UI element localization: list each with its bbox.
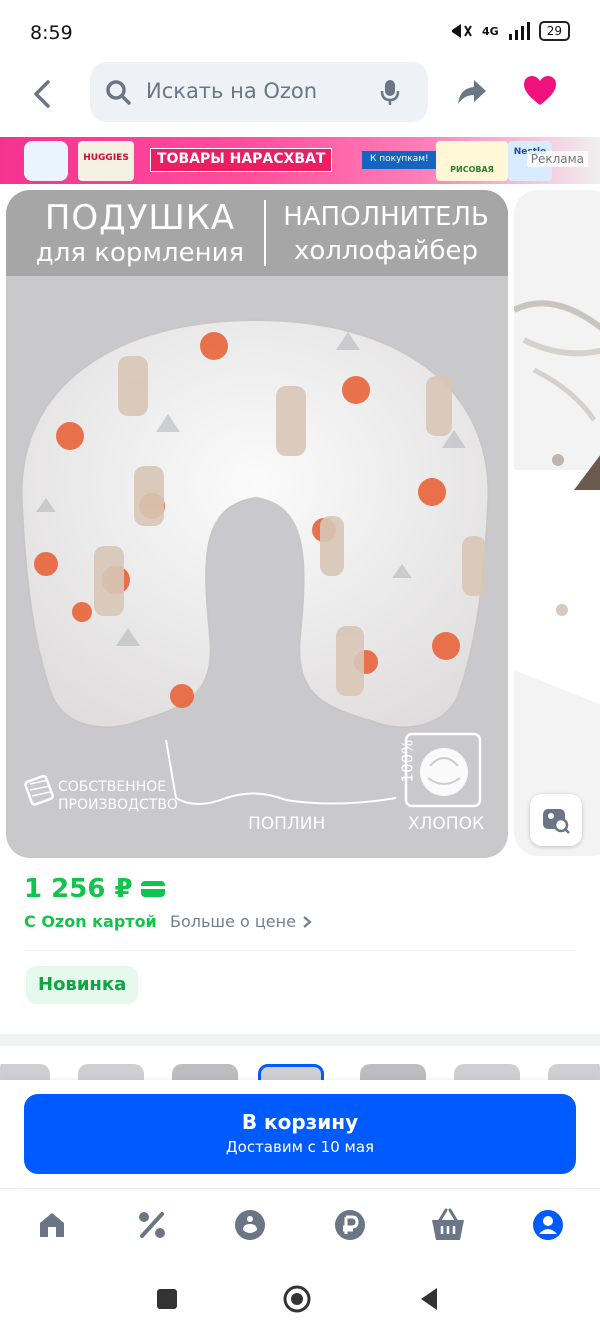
ad-title: ТОВАРЫ НАРАСХВАТ [150,148,333,172]
search-bar[interactable]: Искать на Ozon [90,62,428,122]
home-icon [40,1213,64,1237]
chevron-right-icon [303,915,312,928]
circle-icon [283,1285,311,1313]
image-subtitle-right: холлофайбер [293,236,479,266]
find-similar-button[interactable] [530,794,582,846]
status-time: 8:59 [30,22,73,44]
image-title-left: ПОДУШКА [44,198,236,238]
nav-fresh[interactable] [232,1207,268,1243]
ad-banner[interactable]: HUGGIES ТОВАРЫ НАРАСХВАТ К покупкам! РИС… [0,137,600,184]
add-to-cart-label: В корзину [241,1110,359,1134]
fresh-icon [235,1210,265,1240]
pillow-illustration [20,318,490,729]
mic-icon[interactable] [378,78,402,106]
network-label: 4G [482,24,499,38]
ozon-card-icon [140,881,165,897]
points-icon [335,1210,365,1240]
cotton-percent: 100% [398,739,417,783]
square-icon [157,1289,177,1309]
bottom-navigation [0,1188,600,1264]
triangle-back-icon [421,1288,437,1310]
price-block: 1 256 ₽ С Ozon картой Больше о цене Нови… [0,866,600,1036]
nav-discounts[interactable] [134,1207,170,1243]
ad-product-huggies: HUGGIES [78,141,134,181]
nav-profile[interactable] [530,1207,566,1243]
image-subtitle-left: для кормления [35,238,245,268]
share-button[interactable] [454,74,494,114]
search-icon [106,80,131,105]
cotton-label: ХЛОПОК [408,814,485,834]
price: 1 256 ₽ [24,874,165,904]
ad-shop-button[interactable]: К покупкам! [362,151,437,169]
image-header-divider [264,200,266,266]
price-value: 1 256 ₽ [24,874,133,904]
next-product-image[interactable] [514,190,600,856]
nav-home[interactable] [34,1207,70,1243]
thread-spool-icon [24,774,54,806]
recents-button[interactable] [152,1284,182,1314]
more-about-price-label: Больше о цене [170,912,296,931]
delivery-date: Доставим с 10 мая [225,1138,375,1156]
system-navigation [0,1264,600,1332]
basket-icon [432,1208,464,1240]
divider [24,950,576,951]
profile-icon [533,1210,563,1240]
signal-icon [508,22,530,40]
discount-icon [139,1212,165,1238]
share-icon [458,80,486,104]
home-system-button[interactable] [282,1284,312,1314]
cart-area: В корзину Доставим с 10 мая [0,1080,600,1188]
image-title-right: НАПОЛНИТЕЛЬ [283,202,489,232]
section-gap [0,1034,600,1046]
fabric-label: ПОПЛИН [248,814,326,834]
favorite-button[interactable] [522,74,562,114]
new-badge: Новинка [26,966,139,1004]
product-page: 8:59 4G 29 Искать на Ozon HUGGIES ТОВАРЫ… [0,0,600,1332]
nav-points[interactable] [332,1207,368,1243]
top-bar: Искать на Ozon [0,62,600,122]
chevron-left-icon [34,80,50,108]
mute-icon [452,24,472,38]
image-search-icon [543,809,570,834]
nav-cart[interactable] [430,1207,466,1243]
ad-brand-rice: РИСОВАЯ [450,165,494,174]
ad-brand-huggies: HUGGIES [83,153,129,163]
battery-level: 29 [538,21,570,41]
next-image-preview [514,300,600,705]
more-about-price-link[interactable]: Больше о цене [170,912,312,931]
add-to-cart-button[interactable]: В корзину Доставим с 10 мая [24,1094,576,1174]
ad-label: Реклама [526,151,588,167]
ad-product-nestle: РИСОВАЯ [436,141,508,181]
ozon-card-label: С Ozon картой [24,912,157,931]
heart-icon [524,76,556,105]
image-header: ПОДУШКА для кормления НАПОЛНИТЕЛЬ холлоф… [6,190,508,276]
product-image[interactable]: ПОДУШКА для кормления НАПОЛНИТЕЛЬ холлоф… [6,190,508,858]
status-icons: 4G 29 [448,20,570,42]
product-gallery[interactable]: ПОДУШКА для кормления НАПОЛНИТЕЛЬ холлоф… [0,186,600,858]
image-header-right: НАПОЛНИТЕЛЬ холлофайбер [268,198,504,266]
status-bar: 8:59 4G 29 [0,0,600,66]
search-input[interactable]: Искать на Ozon [146,79,317,103]
back-system-button[interactable] [414,1284,444,1314]
image-header-left: ПОДУШКА для кормления [20,198,260,268]
back-button[interactable] [22,74,62,114]
ad-product-water [24,141,68,181]
